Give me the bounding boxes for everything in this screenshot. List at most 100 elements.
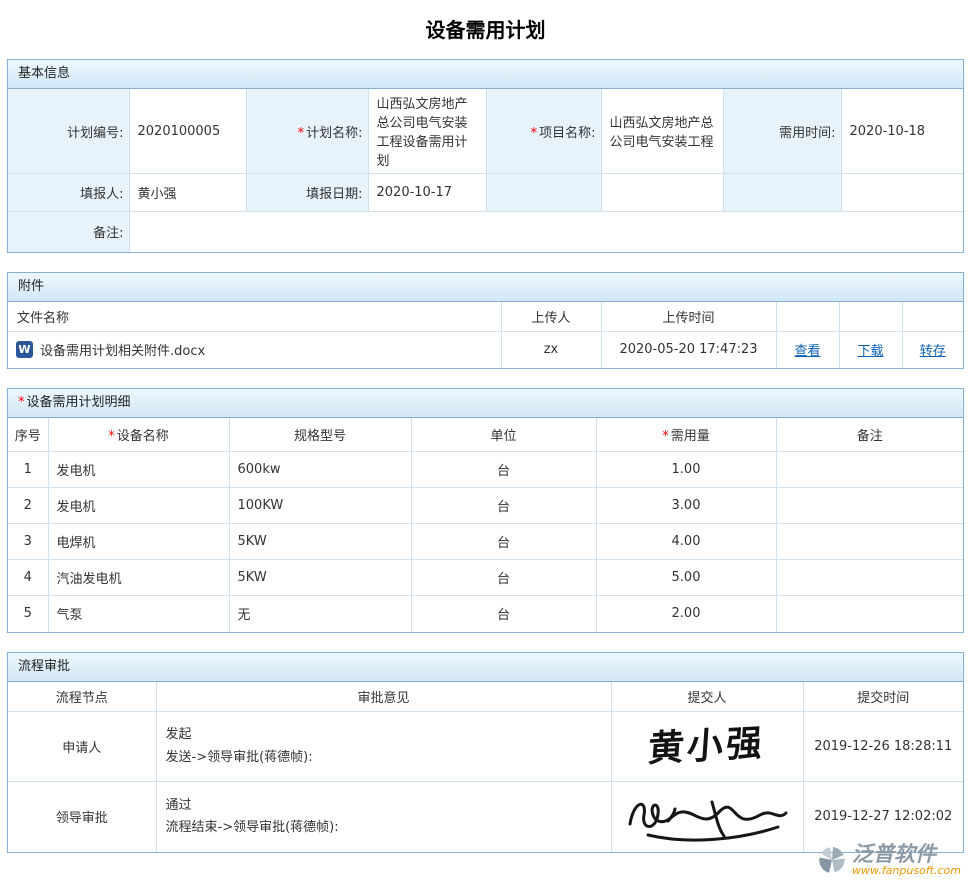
- details-section-header: *设备需用计划明细: [8, 389, 963, 418]
- detail-spec: 5KW: [229, 560, 411, 596]
- project-name-value: 山西弘文房地产总公司电气安装工程: [601, 89, 723, 174]
- detail-name: 发电机: [48, 452, 229, 488]
- basic-info-section-header: 基本信息: [8, 60, 963, 89]
- attachment-upload-time: 2020-05-20 17:47:23: [601, 332, 776, 368]
- detail-seq: 2: [8, 488, 48, 524]
- preparer-label: 填报人:: [8, 174, 129, 212]
- details-header-row: 序号 *设备名称 规格型号 单位 *需用量 备注: [8, 418, 963, 452]
- approval-signature-cell: [611, 782, 803, 852]
- detail-remark: [776, 596, 963, 632]
- remark-label: 备注:: [8, 212, 129, 252]
- attachment-download-cell: 下载: [839, 332, 902, 368]
- fanpu-logo-icon: [817, 845, 847, 875]
- detail-unit: 台: [411, 488, 596, 524]
- file-name-column-header: 文件名称: [8, 302, 501, 332]
- preparer-value: 黄小强: [129, 174, 246, 212]
- attachment-saveas-cell: 转存: [902, 332, 963, 368]
- attachment-view-cell: 查看: [776, 332, 839, 368]
- approval-header-row: 流程节点 审批意见 提交人 提交时间: [8, 682, 963, 712]
- node-column-header: 流程节点: [8, 682, 156, 712]
- seq-column-header: 序号: [8, 418, 48, 452]
- detail-remark: [776, 488, 963, 524]
- approval-node: 领导审批: [8, 782, 156, 852]
- details-section: *设备需用计划明细 序号 *设备名称 规格型号 单位 *需用量 备注 1 发电机…: [7, 388, 964, 633]
- approval-row: 领导审批 通过 流程结束->领导审批(蒋德帧): 201: [8, 782, 963, 852]
- save-as-link[interactable]: 转存: [920, 344, 946, 359]
- project-name-label-text: 项目名称:: [539, 126, 595, 141]
- basic-info-section: 基本信息 计划编号: 2020100005 *计划名称: 山西弘文房地产总公司电…: [7, 59, 964, 253]
- need-time-value: 2020-10-18: [841, 89, 963, 174]
- basic-info-table: 计划编号: 2020100005 *计划名称: 山西弘文房地产总公司电气安装工程…: [8, 89, 963, 252]
- brand-watermark: 泛普软件 www.fanpusoft.com: [817, 843, 961, 877]
- preparer-label-text: 填报人:: [80, 187, 123, 202]
- approval-time: 2019-12-27 12:02:02: [803, 782, 963, 852]
- word-file-icon: W: [16, 341, 33, 358]
- empty-label-cell: [723, 174, 841, 212]
- detail-remark: [776, 560, 963, 596]
- brand-url: www.fanpusoft.com: [852, 865, 961, 877]
- need-time-label: 需用时间:: [723, 89, 841, 174]
- submitter-column-header: 提交人: [611, 682, 803, 712]
- approval-opinion: 通过 流程结束->领导审批(蒋德帧):: [156, 782, 611, 852]
- approval-section: 流程审批 流程节点 审批意见 提交人 提交时间 申请人 发起 发送->领导审批(…: [7, 652, 964, 853]
- qty-column-header: *需用量: [596, 418, 776, 452]
- unit-column-header: 单位: [411, 418, 596, 452]
- required-mark-icon: *: [662, 429, 669, 444]
- empty-value-cell: [841, 174, 963, 212]
- approval-opinion-line1: 通过: [166, 795, 602, 817]
- approval-opinion: 发起 发送->领导审批(蒋德帧):: [156, 712, 611, 782]
- detail-row: 3 电焊机 5KW 台 4.00: [8, 524, 963, 560]
- detail-row: 1 发电机 600kw 台 1.00: [8, 452, 963, 488]
- detail-unit: 台: [411, 596, 596, 632]
- need-time-label-text: 需用时间:: [779, 126, 835, 141]
- details-table: 序号 *设备名称 规格型号 单位 *需用量 备注 1 发电机 600kw 台 1…: [8, 418, 963, 632]
- equipment-name-column-header: *设备名称: [48, 418, 229, 452]
- plan-no-label-text: 计划编号:: [67, 126, 123, 141]
- leader-signature-image: [620, 790, 795, 844]
- empty-value-cell: [601, 174, 723, 212]
- detail-seq: 4: [8, 560, 48, 596]
- attachment-file-name: 设备需用计划相关附件.docx: [40, 344, 205, 359]
- view-link[interactable]: 查看: [794, 344, 820, 359]
- page: 设备需用计划 基本信息 计划编号: 2020100005 *计划名称: 山西弘文…: [0, 0, 971, 880]
- page-title: 设备需用计划: [7, 14, 964, 43]
- detail-seq: 3: [8, 524, 48, 560]
- empty-label-cell: [486, 174, 601, 212]
- detail-unit: 台: [411, 560, 596, 596]
- action-column-header: [839, 302, 902, 332]
- project-name-label: *项目名称:: [486, 89, 601, 174]
- attachment-uploader: zx: [501, 332, 601, 368]
- detail-unit: 台: [411, 452, 596, 488]
- detail-row: 4 汽油发电机 5KW 台 5.00: [8, 560, 963, 596]
- approval-signature-cell: 黄小强: [611, 712, 803, 782]
- action-column-header: [776, 302, 839, 332]
- approval-table: 流程节点 审批意见 提交人 提交时间 申请人 发起 发送->领导审批(蒋德帧):…: [8, 682, 963, 852]
- fill-date-label-text: 填报日期:: [306, 187, 362, 202]
- fill-date-label: 填报日期:: [246, 174, 368, 212]
- detail-name: 电焊机: [48, 524, 229, 560]
- detail-remark: [776, 452, 963, 488]
- approval-opinion-line1: 发起: [166, 724, 602, 746]
- approval-opinion-line2: 流程结束->领导审批(蒋德帧):: [166, 817, 602, 839]
- remark-value: [129, 212, 963, 252]
- required-mark-icon: *: [108, 429, 115, 444]
- detail-remark: [776, 524, 963, 560]
- upload-time-column-header: 上传时间: [601, 302, 776, 332]
- basic-info-row-2: 填报人: 黄小强 填报日期: 2020-10-17: [8, 174, 963, 212]
- attachment-file-cell: W 设备需用计划相关附件.docx: [8, 332, 501, 368]
- approval-row: 申请人 发起 发送->领导审批(蒋德帧): 黄小强 2019-12-26 18:…: [8, 712, 963, 782]
- detail-qty: 2.00: [596, 596, 776, 632]
- detail-row: 5 气泵 无 台 2.00: [8, 596, 963, 632]
- attachments-section-header: 附件: [8, 273, 963, 302]
- download-link[interactable]: 下载: [857, 344, 883, 359]
- detail-name: 气泵: [48, 596, 229, 632]
- detail-spec: 100KW: [229, 488, 411, 524]
- basic-info-row-1: 计划编号: 2020100005 *计划名称: 山西弘文房地产总公司电气安装工程…: [8, 89, 963, 174]
- approval-node: 申请人: [8, 712, 156, 782]
- plan-name-label-text: 计划名称:: [306, 126, 362, 141]
- detail-name: 汽油发电机: [48, 560, 229, 596]
- detail-spec: 5KW: [229, 524, 411, 560]
- detail-name: 发电机: [48, 488, 229, 524]
- uploader-column-header: 上传人: [501, 302, 601, 332]
- time-column-header: 提交时间: [803, 682, 963, 712]
